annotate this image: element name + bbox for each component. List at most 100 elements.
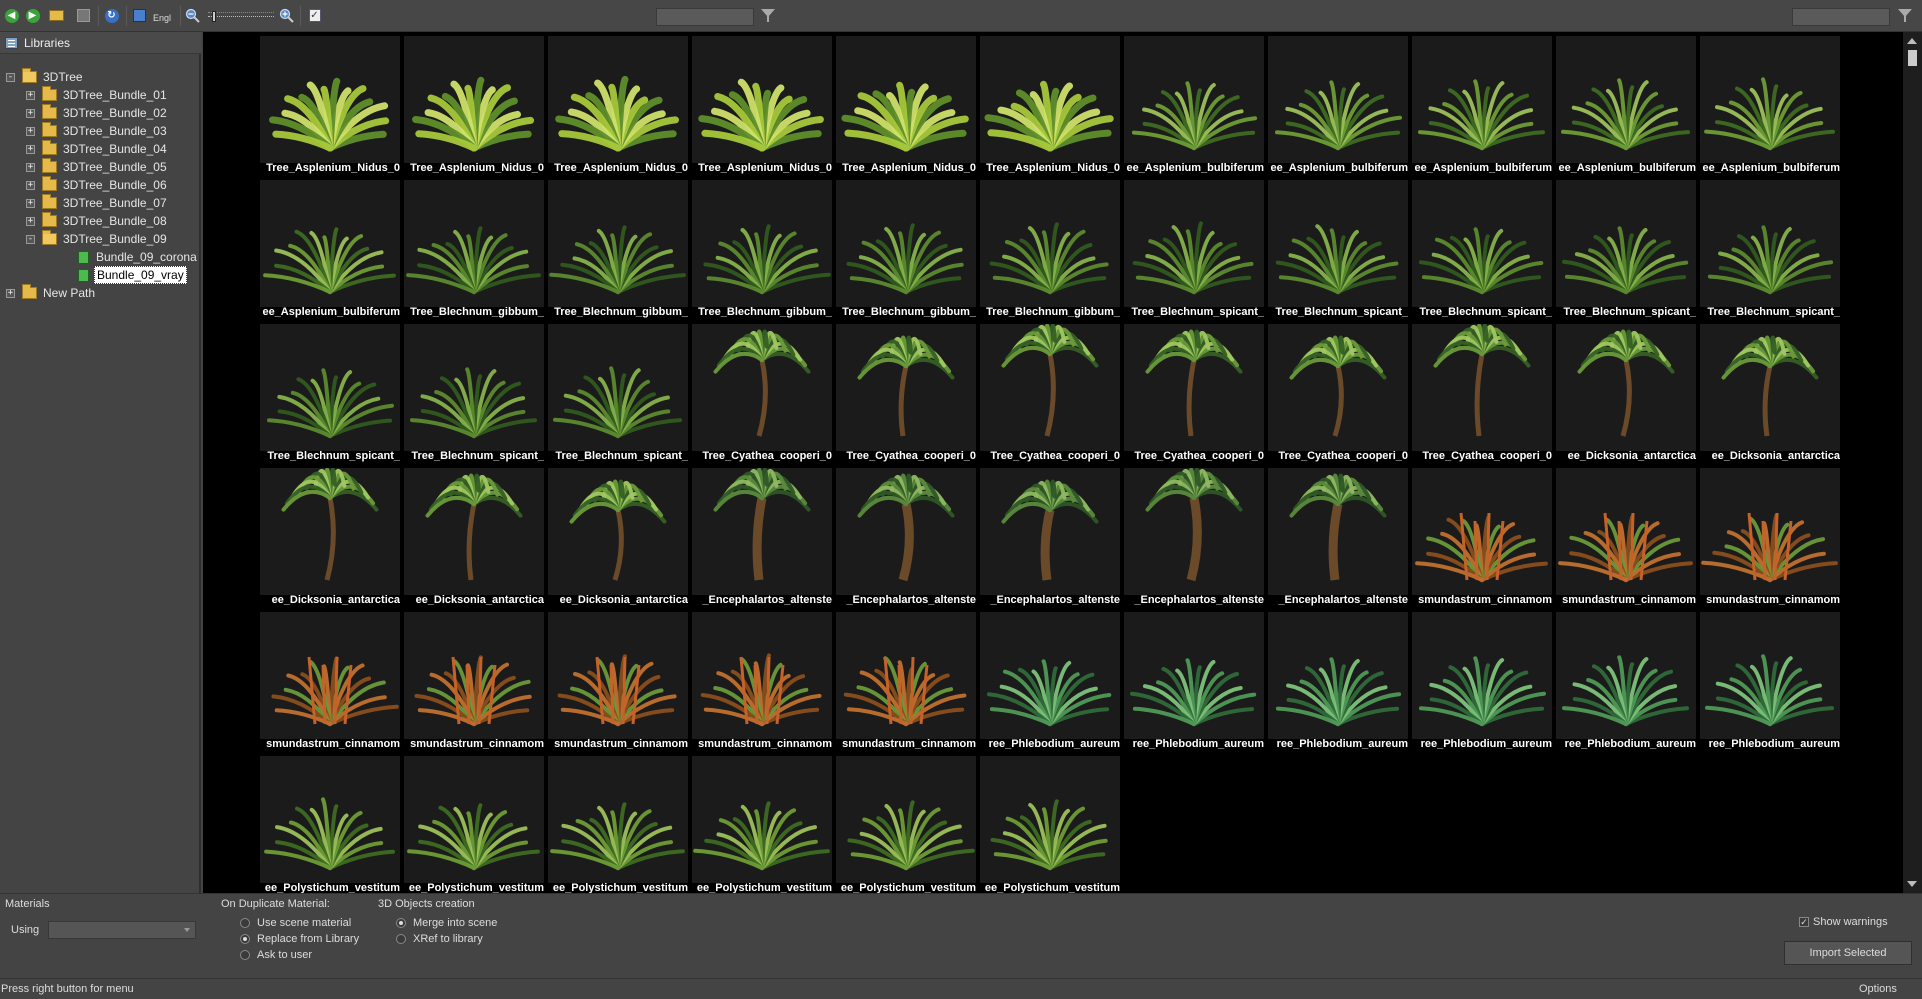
thumbnail-item[interactable]: ee_Asplenium_bulbiferum	[1268, 36, 1408, 176]
thumbnail-item[interactable]: Tree_Asplenium_Nidus_0	[836, 36, 976, 176]
thumbnail-item[interactable]: Tree_Cyathea_cooperi_0	[1412, 324, 1552, 464]
tree-item-bundle[interactable]: +3DTree_Bundle_06	[26, 176, 169, 194]
thumbnail-item[interactable]: Tree_Blechnum_spicant_	[1556, 180, 1696, 320]
tree-item-root[interactable]: - 3DTree	[6, 68, 85, 86]
filter-icon-right[interactable]	[1898, 9, 1912, 22]
thumbnail-item[interactable]: smundastrum_cinnamom	[1412, 468, 1552, 608]
thumbnail-item[interactable]: ee_Polystichum_vestitum	[404, 756, 544, 893]
tree-item-bundle[interactable]: - 3DTree_Bundle_09	[26, 230, 169, 248]
thumbnail-item[interactable]: Tree_Asplenium_Nidus_0	[260, 36, 400, 176]
collapse-icon[interactable]: -	[26, 234, 35, 244]
thumbnail-item[interactable]: ree_Phlebodium_aureum	[1556, 612, 1696, 752]
thumbnail-item[interactable]: ee_Polystichum_vestitum	[980, 756, 1120, 893]
thumbnail-item[interactable]: ree_Phlebodium_aureum	[1124, 612, 1264, 752]
filter-icon[interactable]	[761, 9, 775, 22]
thumbnail-item[interactable]: smundastrum_cinnamom	[1556, 468, 1696, 608]
scroll-handle[interactable]	[1908, 50, 1917, 66]
tree-item-bundle[interactable]: +3DTree_Bundle_03	[26, 122, 169, 140]
expand-icon[interactable]: +	[6, 288, 15, 298]
thumbnail-item[interactable]: Tree_Blechnum_gibbum_	[548, 180, 688, 320]
thumbnail-item[interactable]: Tree_Asplenium_Nidus_0	[404, 36, 544, 176]
thumbnail-item[interactable]: Tree_Cyathea_cooperi_0	[1268, 324, 1408, 464]
thumbnail-item[interactable]: ree_Phlebodium_aureum	[1700, 612, 1840, 752]
tree-item-bundle[interactable]: +3DTree_Bundle_07	[26, 194, 169, 212]
ask-to-user-radio[interactable]	[240, 950, 250, 960]
thumbnail-item[interactable]: ee_Polystichum_vestitum	[692, 756, 832, 893]
thumbnail-item[interactable]: ee_Asplenium_bulbiferum	[1700, 36, 1840, 176]
thumbnail-item[interactable]: _Encephalartos_altenste	[1124, 468, 1264, 608]
forward-icon[interactable]: ▶	[24, 7, 41, 24]
options-menu[interactable]: Options	[1859, 983, 1897, 995]
language-icon[interactable]	[131, 7, 148, 24]
thumbnail-item[interactable]: smundastrum_cinnamom	[548, 612, 688, 752]
thumbnail-item[interactable]: smundastrum_cinnamom	[404, 612, 544, 752]
thumbnail-item[interactable]: smundastrum_cinnamom	[260, 612, 400, 752]
stop-icon[interactable]	[75, 7, 92, 24]
thumbnail-item[interactable]: ee_Polystichum_vestitum	[548, 756, 688, 893]
thumbnail-item[interactable]: Tree_Cyathea_cooperi_0	[836, 324, 976, 464]
scroll-up-icon[interactable]	[1907, 38, 1917, 44]
thumbnail-item[interactable]: Tree_Blechnum_spicant_	[404, 324, 544, 464]
thumbnail-item[interactable]: ee_Dicksonia_antarctica	[260, 468, 400, 608]
thumbnail-item[interactable]: _Encephalartos_altenste	[692, 468, 832, 608]
back-icon[interactable]: ◀	[3, 7, 20, 24]
thumbnail-item[interactable]: _Encephalartos_altenste	[836, 468, 976, 608]
thumbnail-item[interactable]: ee_Asplenium_bulbiferum	[260, 180, 400, 320]
expand-icon[interactable]: +	[26, 90, 35, 100]
thumbnail-grid[interactable]: Tree_Asplenium_Nidus_0 Tree_Asplenium_Nid…	[203, 32, 1903, 893]
thumbnail-item[interactable]: ree_Phlebodium_aureum	[1268, 612, 1408, 752]
expand-icon[interactable]: +	[26, 126, 35, 136]
thumbnail-item[interactable]: Tree_Cyathea_cooperi_0	[692, 324, 832, 464]
replace-from-library-radio[interactable]	[240, 934, 250, 944]
search-input-right[interactable]	[1792, 8, 1890, 26]
use-scene-material-radio[interactable]	[240, 918, 250, 928]
expand-icon[interactable]: +	[26, 108, 35, 118]
tree-item-bundle[interactable]: +3DTree_Bundle_01	[26, 86, 169, 104]
thumbnail-item[interactable]: Tree_Blechnum_spicant_	[1700, 180, 1840, 320]
thumbnail-item[interactable]: Tree_Blechnum_gibbum_	[836, 180, 976, 320]
expand-icon[interactable]: +	[26, 216, 35, 226]
thumbnail-item[interactable]: ee_Polystichum_vestitum	[836, 756, 976, 893]
tree-item-bundle-09-vray[interactable]: Bundle_09_vray	[78, 266, 187, 284]
merge-into-scene-radio[interactable]	[396, 918, 406, 928]
using-select[interactable]	[48, 921, 196, 939]
thumbnail-item[interactable]: smundastrum_cinnamom	[692, 612, 832, 752]
thumbnail-item[interactable]: Tree_Cyathea_cooperi_0	[980, 324, 1120, 464]
tree-item-bundle-09-corona[interactable]: Bundle_09_corona	[78, 248, 199, 266]
scroll-down-icon[interactable]	[1907, 881, 1917, 887]
search-input[interactable]	[656, 8, 754, 26]
thumbnail-item[interactable]: _Encephalartos_altenste	[980, 468, 1120, 608]
thumbnail-item[interactable]: Tree_Blechnum_gibbum_	[980, 180, 1120, 320]
thumbnail-item[interactable]: Tree_Blechnum_gibbum_	[692, 180, 832, 320]
zoom-slider[interactable]	[208, 10, 274, 22]
thumbnail-item[interactable]: Tree_Blechnum_spicant_	[548, 324, 688, 464]
thumbnail-item[interactable]: Tree_Cyathea_cooperi_0	[1124, 324, 1264, 464]
xref-to-library-radio[interactable]	[396, 934, 406, 944]
expand-icon[interactable]: +	[26, 144, 35, 154]
vertical-scrollbar[interactable]	[1903, 32, 1922, 893]
show-warnings-checkbox[interactable]: ✓	[1799, 917, 1809, 927]
thumbnail-item[interactable]: smundastrum_cinnamom	[1700, 468, 1840, 608]
tree-item-bundle[interactable]: +3DTree_Bundle_04	[26, 140, 169, 158]
thumbnail-item[interactable]: Tree_Blechnum_spicant_	[1412, 180, 1552, 320]
thumbnail-item[interactable]: smundastrum_cinnamom	[836, 612, 976, 752]
refresh-icon[interactable]: ↻	[103, 7, 120, 24]
thumbnail-item[interactable]: Tree_Asplenium_Nidus_0	[548, 36, 688, 176]
thumbnail-item[interactable]: Tree_Blechnum_spicant_	[1124, 180, 1264, 320]
expand-icon[interactable]: +	[26, 198, 35, 208]
thumbnail-item[interactable]: ee_Asplenium_bulbiferum	[1412, 36, 1552, 176]
expand-icon[interactable]: +	[26, 162, 35, 172]
expand-icon[interactable]: +	[26, 180, 35, 190]
check-icon[interactable]: ✓	[306, 7, 323, 24]
thumbnail-item[interactable]: Tree_Asplenium_Nidus_0	[692, 36, 832, 176]
thumbnail-item[interactable]: Tree_Blechnum_spicant_	[260, 324, 400, 464]
thumbnail-item[interactable]: ee_Dicksonia_antarctica	[1700, 324, 1840, 464]
thumbnail-item[interactable]: ree_Phlebodium_aureum	[980, 612, 1120, 752]
thumbnail-item[interactable]: ee_Asplenium_bulbiferum	[1124, 36, 1264, 176]
tree-item-bundle[interactable]: +3DTree_Bundle_05	[26, 158, 169, 176]
thumbnail-item[interactable]: ee_Polystichum_vestitum	[260, 756, 400, 893]
thumbnail-item[interactable]: Tree_Asplenium_Nidus_0	[980, 36, 1120, 176]
zoom-in-icon[interactable]	[278, 7, 295, 24]
import-selected-button[interactable]: Import Selected	[1784, 941, 1912, 965]
thumbnail-item[interactable]: ee_Dicksonia_antarctica	[1556, 324, 1696, 464]
